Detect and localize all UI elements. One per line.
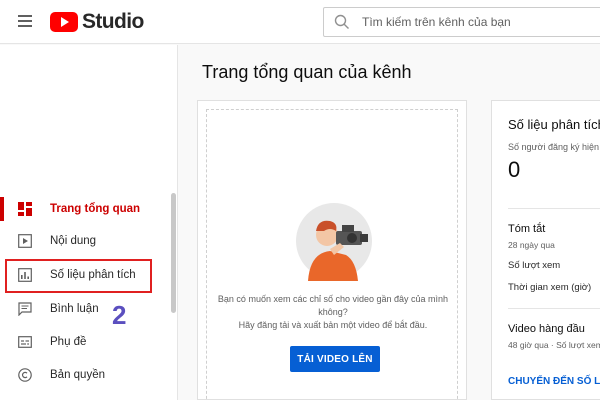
page-title: Trang tổng quan của kênh [202, 62, 412, 82]
upload-card: Bạn có muốn xem các chỉ số cho video gần… [197, 100, 467, 400]
menu-icon[interactable] [18, 15, 32, 27]
upload-video-button[interactable]: TẢI VIDEO LÊN [290, 346, 380, 372]
upload-message-line1: Bạn có muốn xem các chỉ số cho video gần… [217, 294, 449, 317]
top-videos-title: Video hàng đầu [508, 323, 585, 335]
search-box[interactable] [323, 7, 600, 37]
watch-time-label: Thời gian xem (giờ) [508, 282, 592, 293]
step-number: 2 [112, 300, 127, 330]
copyright-icon [18, 368, 32, 382]
divider [508, 308, 600, 309]
camera-person-illustration [296, 203, 372, 281]
highlight-box [5, 259, 152, 293]
sidebar-item-label: Nội dung [50, 235, 97, 247]
top-bar: Studio [0, 0, 600, 44]
sidebar: Trang tổng quan Nội dung Số liệu phân tí… [0, 45, 178, 400]
analytics-title: Số liệu phân tích [508, 117, 600, 132]
brand-name: Studio [82, 10, 144, 33]
sidebar-scrollbar[interactable] [171, 193, 176, 313]
sidebar-item-label: Trang tổng quan [50, 203, 141, 215]
upload-message: Bạn có muốn xem các chỉ số cho video gần… [212, 293, 454, 332]
sidebar-item-comments[interactable]: Bình luận [0, 293, 170, 325]
upload-message-line2: Hãy đăng tải và xuất bản một video để bắ… [238, 320, 428, 330]
youtube-studio-logo[interactable]: Studio [50, 10, 144, 33]
views-label: Số lượt xem [508, 260, 561, 271]
sidebar-item-dashboard[interactable]: Trang tổng quan [0, 193, 170, 225]
summary-period: 28 ngày qua [508, 240, 555, 250]
subtitles-icon [18, 336, 32, 348]
summary-title: Tóm tắt [508, 223, 546, 235]
sidebar-item-subtitles[interactable]: Phụ đề [0, 326, 170, 358]
sidebar-item-label: Bình luận [50, 303, 99, 315]
top-videos-subtitle: 48 giờ qua · Số lượt xem [508, 340, 600, 350]
go-to-analytics-link[interactable]: CHUYỂN ĐẾN SỐ LIỆU PHÂN TÍCH [508, 376, 600, 387]
divider [508, 208, 600, 209]
analytics-card: Số liệu phân tích Số người đăng ký hiện … [491, 100, 600, 400]
sidebar-item-copyright[interactable]: Bản quyền [0, 359, 170, 391]
search-input[interactable] [362, 8, 600, 36]
comments-icon [18, 302, 32, 316]
dashboard-icon [18, 202, 32, 216]
content-icon [18, 234, 32, 248]
youtube-logo-icon [50, 12, 78, 32]
sidebar-item-content[interactable]: Nội dung [0, 225, 170, 257]
search-icon [334, 14, 349, 29]
subscribers-count: 0 [508, 157, 521, 182]
subscribers-label: Số người đăng ký hiện tại [508, 142, 600, 152]
sidebar-item-label: Phụ đề [50, 336, 87, 348]
sidebar-item-label: Bản quyền [50, 369, 105, 381]
